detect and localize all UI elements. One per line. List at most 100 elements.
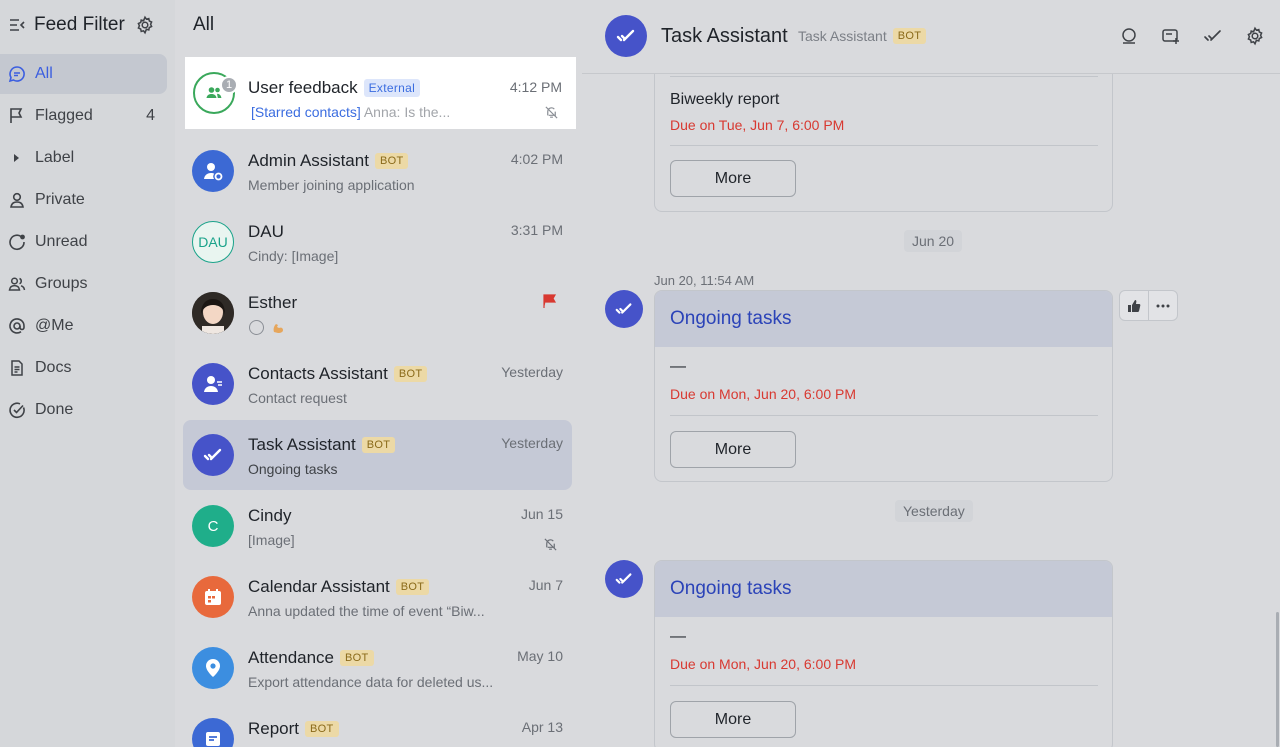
dau-avatar: DAU: [192, 221, 234, 263]
sidebar-item-label: Flagged: [35, 107, 93, 124]
feed-row-time: 4:12 PM: [509, 79, 562, 95]
feed-row-contacts-assistant[interactable]: Contacts Assistant BOT Yesterday Contact …: [183, 349, 572, 419]
sidebar-item-label: Unread: [35, 233, 88, 250]
feed-row-time: Jun 7: [528, 577, 563, 593]
feed-row-admin-assistant[interactable]: Admin Assistant BOT 4:02 PM Member joinin…: [183, 136, 572, 206]
sidebar-item-flagged[interactable]: Flagged 4: [0, 96, 167, 136]
sidebar-item-all[interactable]: All: [0, 54, 167, 94]
chat-name: User feedback: [248, 78, 358, 97]
task-card-ongoing: Ongoing tasks — Due on Mon, Jun 20, 6:00…: [654, 290, 1113, 482]
feed-row-preview: Member joining application: [248, 177, 415, 193]
card-title: Ongoing tasks: [655, 291, 1112, 347]
starred-contacts-link[interactable]: [Starred contacts]: [251, 104, 361, 120]
attendance-avatar: [192, 647, 234, 689]
chat-title: Task Assistant: [661, 25, 788, 47]
date-divider: Jun 20: [904, 230, 963, 252]
feed-row-time: May 10: [517, 648, 563, 664]
sidebar-item-label: Groups: [35, 275, 88, 292]
bot-tag: BOT: [393, 366, 428, 382]
chat-pane: Task Assistant Task Assistant BOT Biweek…: [582, 0, 1280, 747]
collapse-sidebar-icon[interactable]: [8, 16, 26, 34]
feed-row-preview: Contact request: [248, 390, 347, 406]
mute-bell-icon: [544, 538, 557, 551]
scrollbar[interactable]: [1276, 612, 1279, 747]
task-assistant-avatar: [192, 434, 234, 476]
feed-row-time: Apr 13: [521, 719, 563, 735]
feed-title: All: [193, 14, 215, 35]
feed-row-name: User feedback External: [248, 78, 421, 98]
sidebar-item-label: Done: [35, 401, 74, 418]
message-avatar[interactable]: [605, 290, 643, 328]
thumbs-up-icon[interactable]: [1120, 291, 1148, 320]
bot-tag: BOT: [340, 650, 374, 666]
more-button[interactable]: More: [670, 431, 796, 468]
bot-tag: BOT: [305, 721, 339, 737]
mute-bell-icon: [545, 106, 558, 119]
sidebar-item-done[interactable]: Done: [0, 390, 167, 430]
feed-row-attendance[interactable]: Attendance BOT May 10 Export attendance d…: [183, 633, 572, 703]
feed-row-preview: [Starred contacts] Anna: Is the...: [251, 104, 450, 120]
feed-row-name: Esther: [248, 293, 297, 313]
docs-icon: [11, 360, 23, 376]
task-title: Biweekly report: [670, 91, 780, 108]
chat-name: Calendar Assistant: [248, 577, 390, 596]
feed-row-calendar-assistant[interactable]: Calendar Assistant BOT Jun 7 Anna updated…: [183, 562, 572, 632]
feed-row-esther[interactable]: Esther: [183, 278, 572, 348]
chat-avatar[interactable]: [605, 15, 647, 57]
feed-row-task-assistant[interactable]: Task Assistant BOT Yesterday Ongoing task…: [183, 420, 572, 490]
task-card-ongoing: Ongoing tasks — Due on Mon, Jun 20, 6:00…: [654, 560, 1113, 747]
sidebar-item-private[interactable]: Private: [0, 180, 167, 220]
person-icon: [10, 192, 24, 208]
sidebar-item-unread[interactable]: Unread: [0, 222, 167, 262]
card-title: Ongoing tasks: [655, 561, 1112, 617]
sidebar-item-docs[interactable]: Docs: [0, 348, 167, 388]
more-button[interactable]: More: [670, 160, 796, 197]
feed-row-name: DAU: [248, 222, 284, 242]
gear-icon[interactable]: [135, 15, 155, 35]
task-check-icon[interactable]: [1203, 26, 1223, 46]
add-tab-icon[interactable]: [1161, 26, 1181, 46]
message-timestamp: Jun 20, 11:54 AM: [654, 273, 755, 288]
feed-row-time: Jun 15: [520, 506, 563, 522]
flag-icon: [10, 108, 23, 123]
feed-row-time: Yesterday: [501, 435, 563, 451]
feed-row-time: 4:02 PM: [510, 151, 563, 167]
bot-tag: BOT: [374, 153, 409, 169]
chat-name: Esther: [248, 293, 298, 312]
feed-row-cindy[interactable]: C Cindy Jun 15 [Image]: [183, 491, 572, 561]
feed-row-dau[interactable]: DAU DAU 3:31 PM Cindy: [Image]: [183, 207, 572, 277]
sidebar-item-groups[interactable]: Groups: [0, 264, 167, 304]
calendar-assistant-avatar: [192, 576, 234, 618]
feed-row-report[interactable]: Report BOT Apr 13: [183, 704, 572, 747]
chat-header: Task Assistant Task Assistant BOT: [582, 0, 1280, 74]
feed-row-preview: Cindy: [Image]: [248, 248, 339, 264]
sidebar-item-at-me[interactable]: @Me: [0, 306, 167, 346]
sidebar-title: Feed Filter: [34, 14, 125, 35]
sidebar-header: Feed Filter: [0, 0, 175, 50]
message-actions: [1119, 290, 1178, 321]
task-due-date: Due on Mon, Jun 20, 6:00 PM: [670, 386, 856, 402]
red-flag-icon[interactable]: [542, 293, 558, 309]
feed-row-name: Calendar Assistant BOT: [248, 577, 430, 597]
message-avatar[interactable]: [605, 560, 643, 598]
feed-row-time: 3:31 PM: [510, 222, 563, 238]
chat-name: Attendance: [248, 648, 335, 667]
chat-subtitle-text: Task Assistant: [798, 28, 887, 44]
caret-right-icon: [14, 154, 19, 162]
chat-name: DAU: [248, 222, 284, 241]
groups-icon: [8, 277, 26, 291]
report-avatar: [192, 718, 234, 747]
more-options-icon[interactable]: [1148, 291, 1177, 320]
bot-tag: BOT: [361, 437, 396, 453]
more-button[interactable]: More: [670, 701, 796, 738]
settings-gear-icon[interactable]: [1245, 26, 1265, 46]
cindy-avatar: C: [192, 505, 234, 547]
feed-row-user-feedback[interactable]: 1 User feedback External 4:12 PM [Starre…: [185, 57, 576, 129]
feed-row-preview: Anna updated the time of event “Biw...: [248, 603, 485, 619]
search-icon[interactable]: [1119, 26, 1139, 46]
report-icon: [206, 732, 220, 746]
contacts-assistant-avatar: [192, 363, 234, 405]
chat-name: Contacts Assistant: [248, 364, 388, 383]
sidebar-item-label-group[interactable]: Label: [0, 138, 167, 178]
chat-name: Report: [248, 719, 300, 738]
